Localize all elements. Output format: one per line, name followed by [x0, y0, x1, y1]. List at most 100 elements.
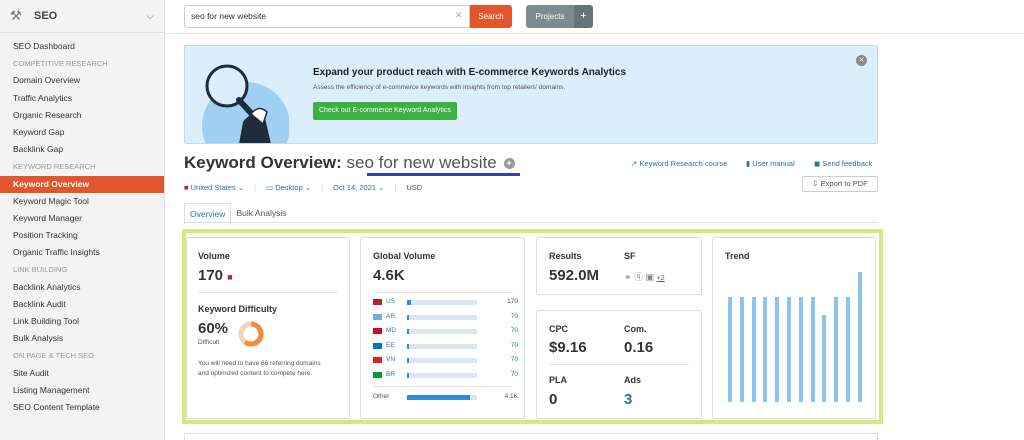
sidebar-item-position-tracking[interactable]: Position Tracking — [0, 227, 164, 244]
add-project-button[interactable]: + — [574, 5, 593, 28]
pla-value: 0 — [549, 391, 558, 408]
sf-more-link[interactable]: +2 — [657, 275, 665, 282]
trend-label: Trend — [725, 251, 750, 261]
sidebar-item-backlink-gap[interactable]: Backlink Gap — [0, 141, 164, 158]
other-bar-fill — [407, 395, 470, 400]
sidebar-item-seo-content-template[interactable]: SEO Content Template — [0, 399, 164, 416]
link-icon[interactable]: ⚭ — [624, 272, 632, 282]
sidebar-item-listing-management[interactable]: Listing Management — [0, 382, 164, 399]
country-bar — [407, 358, 477, 363]
sidebar-item-organic-traffic-insights[interactable]: Organic Traffic Insights — [0, 244, 164, 261]
country-code[interactable]: AR — [386, 313, 395, 320]
clear-icon[interactable]: ✕ — [455, 10, 463, 21]
search-input[interactable]: seo for new website — [184, 5, 470, 28]
manual-link[interactable]: ▮ User manual — [746, 159, 795, 168]
cpc-card: CPC $9.16 Com. 0.16 PLA 0 Ads 3 — [536, 310, 702, 419]
sidebar-item-keyword-gap[interactable]: Keyword Gap — [0, 124, 164, 141]
country-bar — [407, 372, 477, 378]
global-volume-card: Global Volume 4.6K US 170 AR 70 MD 70 EE 70 VN 70… — [360, 237, 525, 419]
country-code[interactable]: VN — [386, 356, 395, 363]
review-icon[interactable]: ▣ — [646, 272, 655, 282]
country-value[interactable]: 70 — [511, 371, 518, 378]
magnifier-illustration-icon — [202, 64, 289, 143]
country-code[interactable]: US — [386, 298, 395, 305]
country-row: VN 70 — [373, 355, 518, 367]
course-link[interactable]: ↗ Keyword Research course — [631, 159, 727, 168]
trend-bar[interactable] — [822, 314, 827, 402]
country-value: 170 — [507, 298, 518, 305]
ads-value[interactable]: 3 — [624, 391, 632, 408]
banner-cta-button[interactable]: Check out E-commerce Keyword Analytics — [313, 102, 457, 120]
flag-icon — [373, 328, 382, 334]
desktop-icon: ▭ — [266, 183, 274, 192]
sidebar-item-seo-dashboard[interactable]: SEO Dashboard — [0, 38, 164, 55]
sidebar-item-organic-research[interactable]: Organic Research — [0, 107, 164, 124]
country-select[interactable]: ■ United States ⌄ — [184, 183, 244, 192]
sidebar-item-keyword-magic-tool[interactable]: Keyword Magic Tool — [0, 193, 164, 210]
sidebar-item-link-building-tool[interactable]: Link Building Tool — [0, 313, 164, 330]
trend-bar[interactable] — [834, 296, 839, 402]
trend-bar[interactable] — [763, 296, 768, 402]
country-bar — [407, 300, 477, 305]
search-button[interactable]: Search — [470, 5, 512, 28]
country-code[interactable]: MD — [386, 327, 396, 334]
feedback-link-label: Send feedback — [822, 159, 873, 168]
export-icon: ⇩ — [812, 179, 819, 188]
add-keyword-icon[interactable]: + — [503, 158, 515, 170]
divider — [373, 386, 513, 387]
trend-bar[interactable] — [787, 296, 791, 402]
sidebar-item-site-audit[interactable]: Site Audit — [0, 365, 164, 382]
projects-button[interactable]: Projects — [526, 5, 574, 28]
sidebar-item-bulk-analysis[interactable]: Bulk Analysis — [0, 330, 164, 347]
sidebar-title: SEO — [34, 10, 58, 22]
global-volume-label: Global Volume — [373, 251, 436, 261]
trend-bar[interactable] — [857, 272, 862, 402]
trend-bar[interactable] — [775, 296, 780, 402]
sidebar-item-backlink-analytics[interactable]: Backlink Analytics — [0, 279, 164, 296]
trend-bar[interactable] — [739, 296, 744, 402]
country-value[interactable]: 70 — [511, 313, 518, 320]
sidebar-item-backlink-audit[interactable]: Backlink Audit — [0, 296, 164, 313]
seo-tool-icon: ⚒ — [10, 8, 22, 23]
trend-bar[interactable] — [728, 296, 732, 402]
other-label: Other — [373, 393, 390, 400]
sidebar-item-keyword-manager[interactable]: Keyword Manager — [0, 210, 164, 227]
country-row: US 170 — [373, 297, 518, 309]
results-value: 592.0M — [549, 267, 600, 284]
results-card: Results 592.0M SF ⚭ ⓠ ▣ +2 — [536, 237, 702, 295]
divider — [165, 33, 1024, 34]
country-bar — [407, 329, 477, 334]
country-bar-fill — [407, 372, 410, 378]
device-select[interactable]: ▭ Desktop ⌄ — [266, 183, 311, 192]
country-row: EE 70 — [373, 341, 518, 353]
export-pdf-button[interactable]: ⇩ Export to PDF — [802, 176, 878, 192]
sidebar-item-domain-overview[interactable]: Domain Overview — [0, 72, 164, 89]
date-select[interactable]: Oct 14, 2021 ⌄ — [333, 183, 384, 192]
other-bar — [407, 395, 477, 400]
trend-bar[interactable] — [846, 296, 850, 402]
trend-bar[interactable] — [751, 296, 756, 402]
divider: | — [254, 183, 256, 192]
chevron-down-icon[interactable]: ⌵ — [146, 11, 154, 22]
trend-bar[interactable] — [810, 296, 815, 402]
country-bar-fill — [407, 343, 410, 349]
country-bar-fill — [407, 314, 410, 320]
feedback-link[interactable]: ◼ Send feedback — [814, 159, 872, 168]
kd-donut — [238, 321, 264, 347]
close-icon[interactable]: ✕ — [856, 55, 867, 66]
results-label: Results — [549, 251, 582, 261]
sidebar-item-traffic-analytics[interactable]: Traffic Analytics — [0, 90, 164, 107]
sidebar-header[interactable]: ⚒ SEO ⌵ — [0, 0, 164, 33]
question-icon[interactable]: ⓠ — [634, 272, 643, 282]
country-value[interactable]: 70 — [511, 342, 518, 349]
country-code[interactable]: BR — [386, 371, 395, 378]
country-value[interactable]: 70 — [511, 327, 518, 334]
course-link-label: Keyword Research course — [639, 159, 728, 168]
country-code[interactable]: EE — [386, 342, 395, 349]
trend-bar[interactable] — [798, 296, 803, 402]
sidebar: ⚒ SEO ⌵ SEO Dashboard COMPETITIVE RESEARC… — [0, 0, 165, 440]
country-bar — [407, 314, 477, 320]
volume-card: Volume 170 ■ Keyword Difficulty 60% Diff… — [186, 237, 350, 419]
sidebar-item-keyword-overview[interactable]: Keyword Overview — [0, 175, 164, 193]
country-value[interactable]: 70 — [511, 356, 518, 363]
